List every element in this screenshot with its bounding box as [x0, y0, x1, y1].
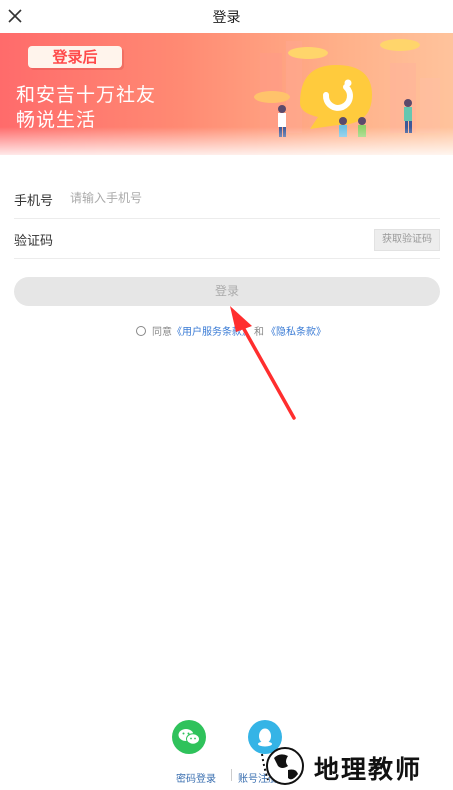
- agree-radio[interactable]: [136, 326, 146, 336]
- phone-input[interactable]: [70, 186, 350, 210]
- banner-badge: 登录后: [28, 46, 122, 68]
- watermark-text: 地理教师: [314, 755, 423, 784]
- get-code-button[interactable]: 获取验证码: [374, 229, 440, 251]
- banner-headline: 和安吉十万社友: [16, 84, 157, 106]
- code-label: 验证码: [14, 234, 54, 249]
- page-title: 登录: [212, 10, 241, 26]
- wechat-login-button[interactable]: [172, 720, 206, 754]
- globe-logo-icon: [261, 747, 304, 785]
- password-login-link[interactable]: 密码登录: [176, 770, 216, 785]
- banner-fade: [0, 127, 453, 155]
- divider: [231, 769, 232, 781]
- agree-prefix: 同意: [152, 327, 172, 338]
- phone-row: 手机号: [14, 179, 440, 219]
- phone-label: 手机号: [14, 194, 54, 209]
- wechat-icon: [178, 729, 200, 745]
- top-bar: 登录: [0, 0, 453, 33]
- verification-code-row: 验证码 获取验证码: [14, 219, 440, 259]
- watermark: 地理教师: [256, 740, 453, 790]
- code-input[interactable]: [70, 226, 350, 250]
- promo-banner: 登录后 和安吉十万社友 畅说生活: [0, 33, 453, 155]
- annotation-arrow: [230, 306, 296, 420]
